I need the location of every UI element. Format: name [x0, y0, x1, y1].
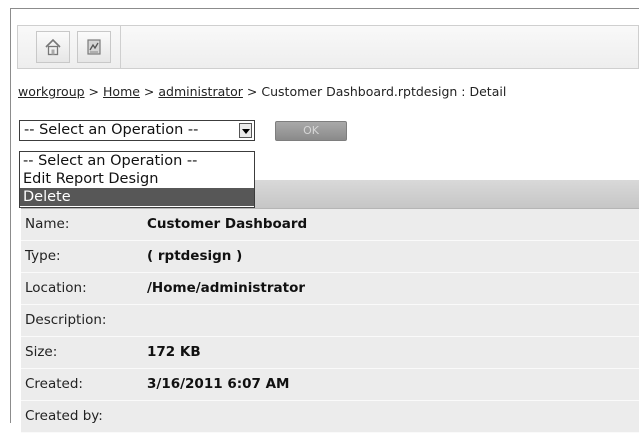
detail-label: Size:	[25, 344, 58, 360]
details-row-created-by: Created by:	[21, 401, 639, 433]
detail-label: Name:	[25, 216, 70, 232]
operation-dropdown-list: -- Select an Operation -- Edit Report De…	[19, 151, 255, 208]
breadcrumb-current: Customer Dashboard.rptdesign : Detail	[261, 84, 507, 99]
document-icon	[87, 39, 101, 55]
home-button[interactable]	[36, 31, 70, 63]
detail-value: ( rptdesign )	[147, 248, 243, 264]
details-row-location: Location: /Home/administrator	[21, 273, 639, 305]
details-row-description: Description:	[21, 305, 639, 337]
ok-button[interactable]: OK	[275, 121, 347, 141]
operation-select-value: -- Select an Operation --	[24, 122, 199, 138]
content-frame: workgroup > Home > administrator > Custo…	[10, 8, 639, 433]
dropdown-option-select-operation[interactable]: -- Select an Operation --	[20, 152, 254, 170]
dropdown-option-delete[interactable]: Delete	[20, 188, 254, 206]
details-row-size: Size: 172 KB	[21, 337, 639, 369]
dropdown-option-edit-report-design[interactable]: Edit Report Design	[20, 170, 254, 188]
breadcrumb: workgroup > Home > administrator > Custo…	[18, 84, 506, 99]
breadcrumb-separator: >	[88, 84, 100, 99]
toolbar-divider	[120, 26, 121, 68]
details-row-type: Type: ( rptdesign )	[21, 241, 639, 273]
toolbar	[17, 25, 639, 69]
breadcrumb-separator: >	[246, 84, 258, 99]
breadcrumb-separator: >	[143, 84, 155, 99]
breadcrumb-link-workgroup[interactable]: workgroup	[18, 84, 85, 99]
details-row-name: Name: Customer Dashboard	[21, 209, 639, 241]
details-row-created: Created: 3/16/2011 6:07 AM	[21, 369, 639, 401]
detail-label: Type:	[25, 248, 61, 264]
detail-value: 3/16/2011 6:07 AM	[147, 376, 290, 392]
breadcrumb-link-home[interactable]: Home	[103, 84, 140, 99]
detail-label: Created:	[25, 376, 83, 392]
breadcrumb-link-administrator[interactable]: administrator	[158, 84, 243, 99]
detail-value: Customer Dashboard	[147, 216, 308, 232]
detail-label: Created by:	[25, 408, 103, 424]
home-icon	[45, 38, 61, 56]
operation-select[interactable]: -- Select an Operation --	[19, 120, 255, 141]
document-button[interactable]	[77, 31, 111, 63]
detail-value: 172 KB	[147, 344, 201, 360]
details-table: Name: Customer Dashboard Type: ( rptdesi…	[21, 180, 639, 433]
detail-label: Description:	[25, 312, 107, 328]
detail-value: /Home/administrator	[147, 280, 306, 296]
chevron-down-icon[interactable]	[239, 123, 252, 138]
detail-label: Location:	[25, 280, 87, 296]
